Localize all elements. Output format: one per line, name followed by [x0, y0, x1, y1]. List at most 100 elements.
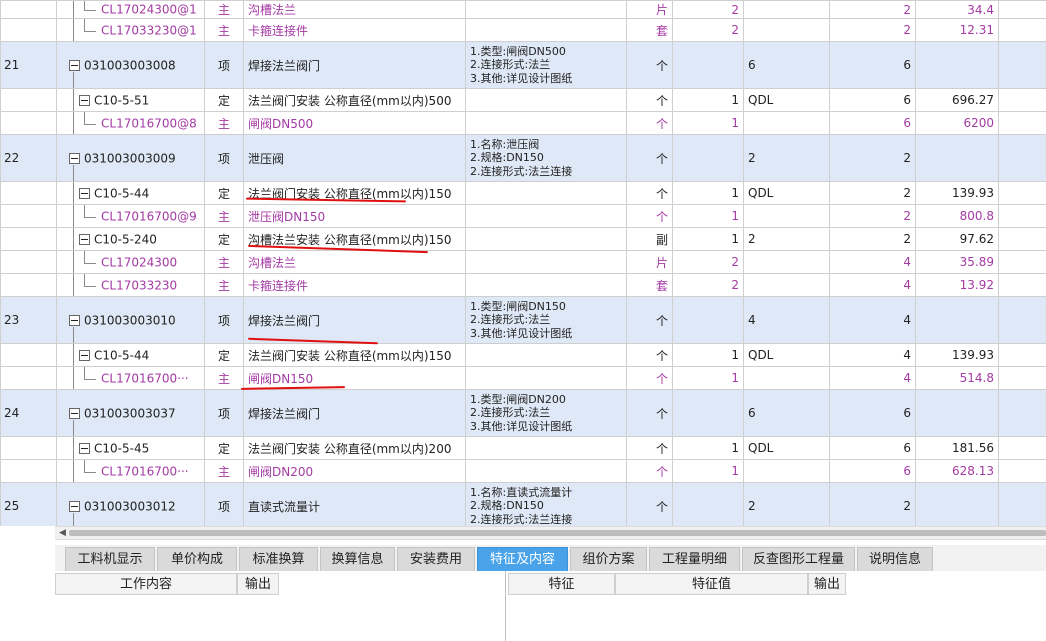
collapse-toggle-icon[interactable] [79, 442, 90, 454]
code-cell[interactable]: 031003003009 [56, 134, 205, 182]
quantity-expression-cell[interactable]: 6 [743, 389, 830, 437]
quantity-expression-cell[interactable]: 6 [743, 41, 830, 89]
code-cell[interactable]: C10-5-240 [56, 227, 205, 251]
quantity-expression-cell[interactable]: 4 [743, 296, 830, 344]
material-row[interactable]: CL17024300@1主沟槽法兰片2234.43 [0, 0, 1046, 19]
feature-cell[interactable]: 1.名称:直读式流量计 2.规格:DN150 2.连接形式:法兰连接 [465, 482, 627, 526]
total-price-cell[interactable] [998, 482, 1046, 526]
unit-price-cell[interactable] [915, 41, 999, 89]
code-cell[interactable]: CL17024300@1 [56, 0, 205, 19]
tab-1[interactable]: 单价构成 [157, 547, 237, 571]
name-cell[interactable]: 法兰阀门安装 公称直径(mm以内)200 [243, 436, 466, 460]
type-cell[interactable]: 主 [204, 250, 244, 274]
total-price-cell[interactable]: 5! [998, 343, 1046, 367]
name-cell[interactable]: 焊接法兰阀门 [243, 296, 466, 344]
type-cell[interactable]: 项 [204, 389, 244, 437]
type-cell[interactable]: 项 [204, 134, 244, 182]
quota-row[interactable]: C10-5-45 定法兰阀门安装 公称直径(mm以内)200 个 1 QDL 6 181.5… [0, 436, 1046, 460]
row-number-cell[interactable] [0, 227, 57, 251]
list-item-row[interactable]: 23 031003003010 项焊接法兰阀门 1.类型:闸阀DN150 2.连接形式:… [0, 296, 1046, 344]
unit-price-cell[interactable]: 12.31 [915, 18, 999, 42]
quantity-cell[interactable]: 2 [829, 204, 916, 228]
code-cell[interactable]: CL17016700@8 [56, 111, 205, 135]
list-item-row[interactable]: 25 031003003012 项直读式流量计 1.名称:直读式流量计 2.规格:DN1… [0, 482, 1046, 526]
collapse-toggle-icon[interactable] [69, 314, 80, 326]
row-number-cell[interactable] [0, 111, 57, 135]
collapse-toggle-icon[interactable] [69, 59, 80, 71]
unit-cell[interactable]: 片 [626, 250, 673, 274]
row-number-cell[interactable] [0, 18, 57, 42]
quantity-expression-cell[interactable] [743, 459, 830, 483]
code-cell[interactable]: 031003003008 [56, 41, 205, 89]
code-cell[interactable]: 031003003012 [56, 482, 205, 526]
code-cell[interactable]: CL17033230 [56, 273, 205, 297]
unit-cell[interactable]: 个 [626, 389, 673, 437]
quantity-expression-cell[interactable] [743, 18, 830, 42]
row-number-cell[interactable] [0, 436, 57, 460]
name-cell[interactable]: 直读式流量计 [243, 482, 466, 526]
row-number-cell[interactable] [0, 343, 57, 367]
list-item-row[interactable]: 24 031003003037 项焊接法兰阀门 1.类型:闸阀DN200 2.连接形式:… [0, 389, 1046, 437]
type-cell[interactable]: 主 [204, 273, 244, 297]
content-cell[interactable]: 2 [672, 273, 744, 297]
unit-price-cell[interactable]: 13.92 [915, 273, 999, 297]
content-cell[interactable]: 1 [672, 111, 744, 135]
content-cell[interactable]: 1 [672, 436, 744, 460]
collapse-toggle-icon[interactable] [79, 187, 90, 199]
quantity-expression-cell[interactable] [743, 273, 830, 297]
unit-price-cell[interactable] [915, 482, 999, 526]
unit-price-cell[interactable]: 97.62 [915, 227, 999, 251]
name-cell[interactable]: 法兰阀门安装 公称直径(mm以内)150 [243, 343, 466, 367]
content-cell[interactable]: 1 [672, 459, 744, 483]
content-cell[interactable]: 2 [672, 0, 744, 19]
code-cell[interactable]: C10-5-45 [56, 436, 205, 460]
row-number-cell[interactable] [0, 250, 57, 274]
feature-cell[interactable]: 1.名称:泄压阀 2.规格:DN150 2.连接形式:法兰连接 [465, 134, 627, 182]
type-cell[interactable]: 项 [204, 482, 244, 526]
budget-grid[interactable]: CL17024300@1主沟槽法兰片2234.43CL17033230@1主卡箍… [0, 0, 1046, 526]
unit-price-cell[interactable]: 6200 [915, 111, 999, 135]
content-cell[interactable]: 1 [672, 204, 744, 228]
quantity-cell[interactable]: 6 [829, 111, 916, 135]
name-cell[interactable]: 卡箍连接件 [243, 273, 466, 297]
collapse-toggle-icon[interactable] [69, 500, 80, 512]
quota-row[interactable]: C10-5-240定沟槽法兰安装 公称直径(mm以内)150副12297.621… [0, 227, 1046, 251]
unit-cell[interactable]: 个 [626, 482, 673, 526]
type-cell[interactable]: 定 [204, 343, 244, 367]
unit-cell[interactable]: 个 [626, 181, 673, 205]
code-cell[interactable]: C10-5-51 [56, 88, 205, 112]
collapse-toggle-icon[interactable] [69, 407, 80, 419]
unit-price-cell[interactable]: 139.93 [915, 181, 999, 205]
tab-5[interactable]: 特征及内容 [477, 547, 568, 571]
quantity-expression-cell[interactable]: QDL [743, 181, 830, 205]
unit-cell[interactable]: 副 [626, 227, 673, 251]
material-row[interactable]: CL17016700@8 主闸阀DN500 个1 662003 [0, 111, 1046, 135]
feature-cell[interactable] [465, 88, 627, 112]
row-number-cell[interactable] [0, 273, 57, 297]
quantity-cell[interactable]: 2 [829, 18, 916, 42]
horizontal-scrollbar[interactable]: ◀ [55, 526, 1046, 540]
unit-cell[interactable]: 个 [626, 296, 673, 344]
unit-price-cell[interactable]: 514.8 [915, 366, 999, 390]
material-row[interactable]: CL17016700··· 主闸阀DN200 个1 6628.1337( [0, 459, 1046, 483]
total-price-cell[interactable]: 5 [998, 273, 1046, 297]
code-cell[interactable]: CL17016700··· [56, 459, 205, 483]
code-cell[interactable]: CL17016700@9 [56, 204, 205, 228]
unit-price-cell[interactable]: 628.13 [915, 459, 999, 483]
name-cell[interactable]: 法兰阀门安装 公称直径(mm以内)500 [243, 88, 466, 112]
total-price-cell[interactable]: 10( [998, 436, 1046, 460]
unit-cell[interactable]: 个 [626, 88, 673, 112]
name-cell[interactable]: 卡箍连接件 [243, 18, 466, 42]
feature-cell[interactable] [465, 227, 627, 251]
code-cell[interactable]: C10-5-44 [56, 181, 205, 205]
tab-6[interactable]: 组价方案 [570, 547, 647, 571]
content-cell[interactable] [672, 41, 744, 89]
total-price-cell[interactable] [998, 389, 1046, 437]
type-cell[interactable]: 定 [204, 88, 244, 112]
quantity-cell[interactable]: 4 [829, 250, 916, 274]
type-cell[interactable]: 主 [204, 0, 244, 19]
total-price-cell[interactable] [998, 134, 1046, 182]
quantity-expression-cell[interactable]: QDL [743, 343, 830, 367]
feature-cell[interactable] [465, 18, 627, 42]
name-cell[interactable]: 沟槽法兰 [243, 0, 466, 19]
